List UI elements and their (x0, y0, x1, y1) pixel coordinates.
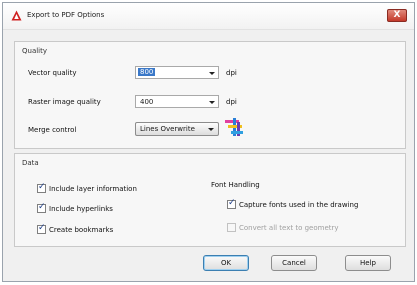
raster-quality-label: Raster image quality (28, 98, 101, 106)
vector-quality-value: 800 (138, 68, 156, 76)
include-layer-label: Include layer information (49, 185, 137, 193)
chevron-down-icon (209, 101, 215, 104)
close-button[interactable]: X (387, 9, 407, 22)
vector-quality-unit: dpi (226, 69, 237, 77)
raster-quality-value: 400 (140, 98, 154, 106)
help-button[interactable]: Help (345, 255, 391, 271)
export-pdf-options-dialog: Export to PDF Options X Quality Vector q… (2, 2, 415, 282)
quality-group: Quality Vector quality 800 dpi Raster im… (14, 41, 406, 149)
font-handling-title: Font Handling (211, 181, 260, 189)
app-logo-icon (11, 10, 22, 21)
vector-quality-combo[interactable]: 800 (135, 66, 219, 79)
include-hyperlinks-label: Include hyperlinks (49, 205, 113, 213)
data-group: Data Include layer information Include h… (14, 153, 406, 247)
capture-fonts-checkbox[interactable] (227, 198, 236, 209)
merge-control-label: Merge control (28, 126, 77, 134)
vector-quality-label: Vector quality (28, 69, 77, 77)
chevron-down-icon (209, 72, 215, 75)
merge-control-value: Lines Overwrite (140, 125, 195, 133)
raster-quality-unit: dpi (226, 98, 237, 106)
convert-text-label: Convert all text to geometry (239, 224, 339, 232)
merge-control-combo[interactable]: Lines Overwrite (135, 122, 219, 136)
create-bookmarks-label: Create bookmarks (49, 226, 114, 234)
convert-text-checkbox[interactable] (227, 223, 236, 232)
include-layer-checkbox[interactable] (37, 182, 46, 193)
capture-fonts-label: Capture fonts used in the drawing (239, 201, 359, 209)
merge-control-preview-icon (225, 118, 243, 136)
close-icon: X (393, 10, 401, 20)
raster-quality-combo[interactable]: 400 (135, 95, 219, 108)
cancel-button[interactable]: Cancel (271, 255, 317, 271)
quality-group-title: Quality (22, 47, 48, 55)
dialog-title: Export to PDF Options (27, 11, 105, 19)
create-bookmarks-checkbox[interactable] (37, 223, 46, 234)
data-group-title: Data (22, 159, 39, 167)
include-hyperlinks-checkbox[interactable] (37, 202, 46, 213)
title-bar: Export to PDF Options X (3, 3, 414, 30)
ok-button[interactable]: OK (203, 255, 249, 271)
chevron-down-icon (208, 128, 214, 131)
